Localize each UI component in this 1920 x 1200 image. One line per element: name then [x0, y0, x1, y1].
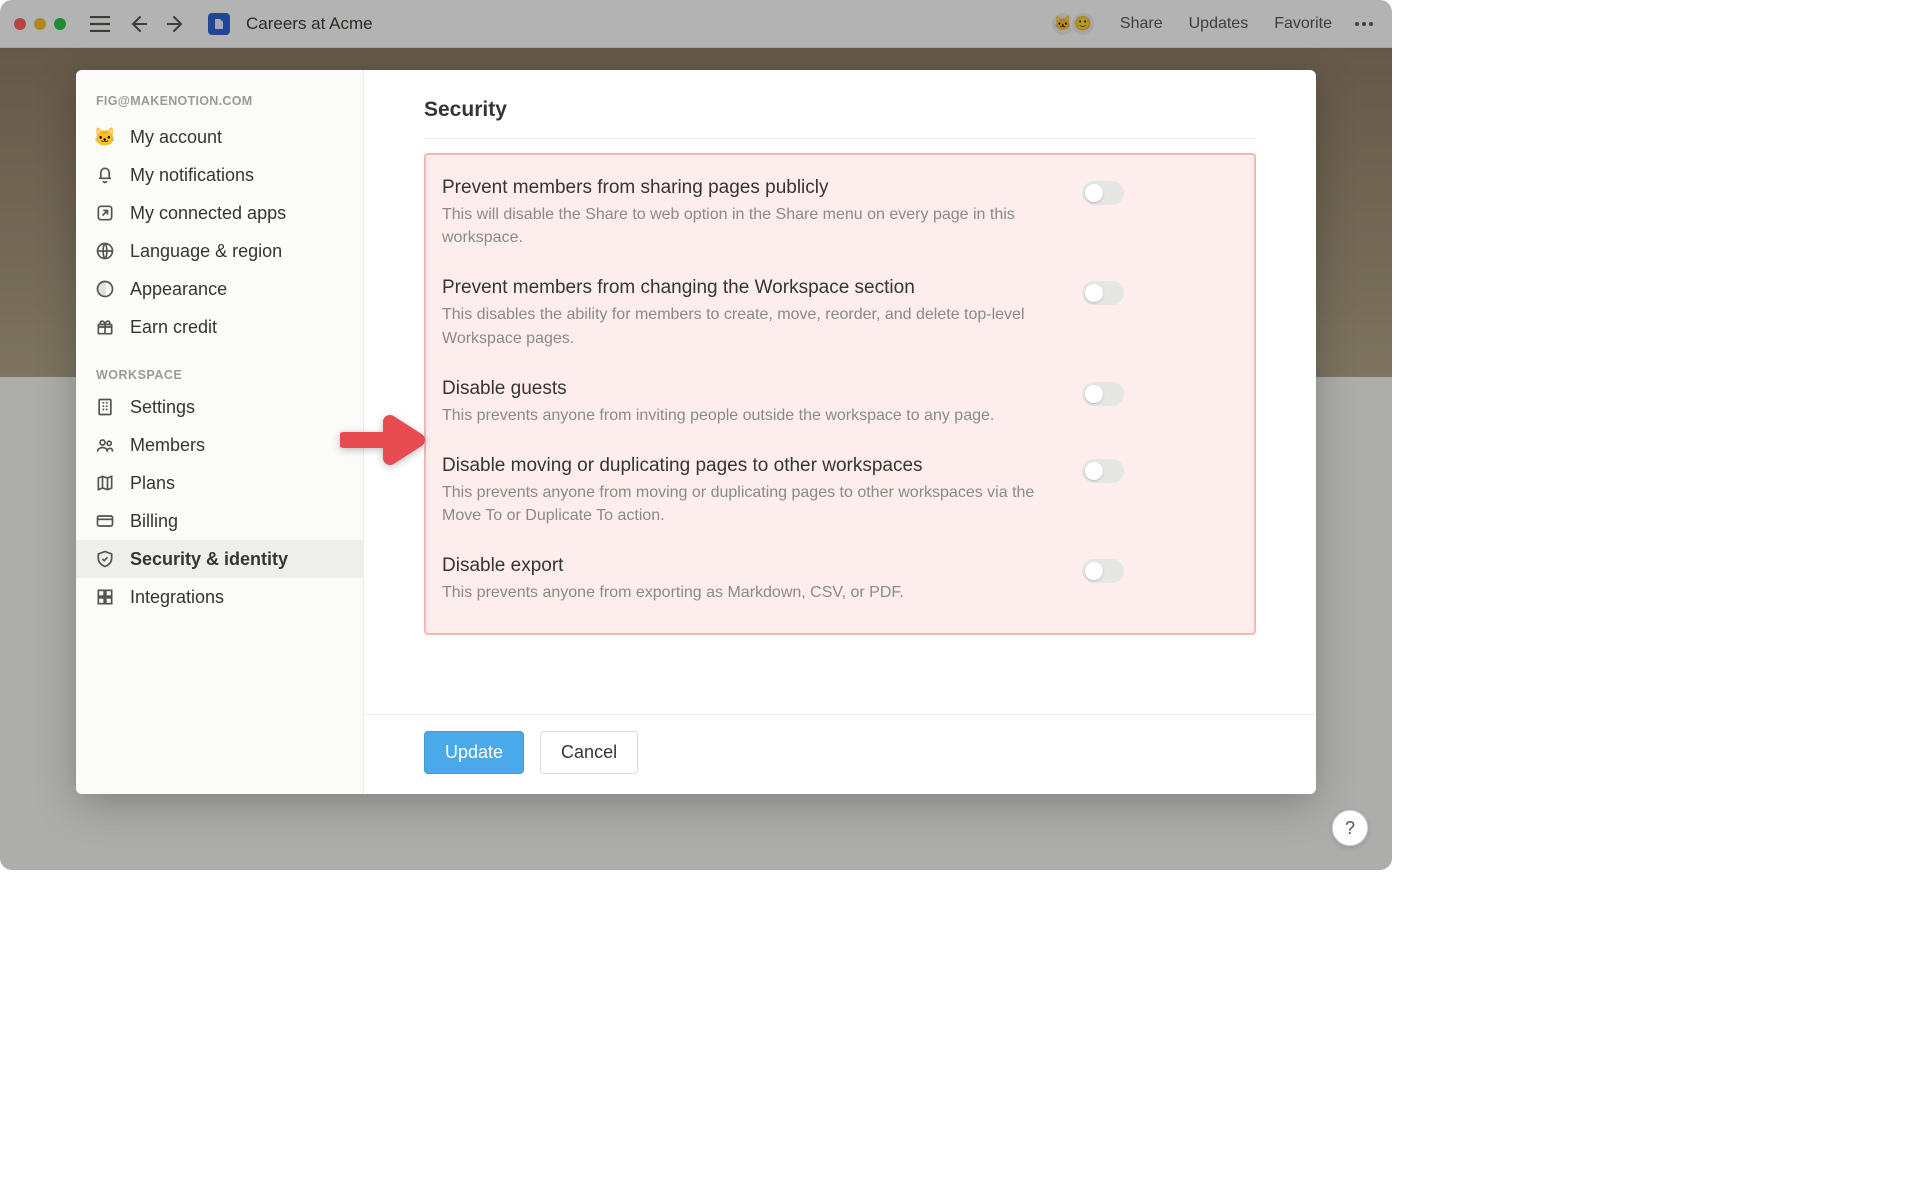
sidebar-item-label: Members [130, 435, 205, 456]
user-icon: 🐱 [94, 126, 116, 148]
sidebar-item-billing[interactable]: Billing [76, 502, 363, 540]
map-icon [94, 472, 116, 494]
sidebar-item-my-account[interactable]: 🐱 My account [76, 118, 363, 156]
sidebar-item-settings[interactable]: Settings [76, 388, 363, 426]
building-icon [94, 396, 116, 418]
globe-icon [94, 240, 116, 262]
grid-icon [94, 586, 116, 608]
sidebar-item-members[interactable]: Members [76, 426, 363, 464]
toggle-prevent-workspace-change[interactable] [1082, 281, 1124, 305]
sidebar-item-label: My notifications [130, 165, 254, 186]
setting-disable-export: Disable export This prevents anyone from… [436, 541, 1244, 618]
gift-icon [94, 316, 116, 338]
help-icon: ? [1345, 818, 1355, 839]
help-button[interactable]: ? [1332, 810, 1368, 846]
sidebar-item-appearance[interactable]: Appearance [76, 270, 363, 308]
settings-modal: FIG@MAKENOTION.COM 🐱 My account My notif… [76, 70, 1316, 794]
sidebar-item-label: Settings [130, 397, 195, 418]
setting-desc: This disables the ability for members to… [442, 303, 1062, 349]
setting-desc: This prevents anyone from inviting peopl… [442, 404, 1062, 427]
sidebar-item-label: Security & identity [130, 549, 288, 570]
sidebar-heading-workspace: WORKSPACE [76, 346, 363, 388]
setting-title: Disable moving or duplicating pages to o… [442, 455, 1062, 477]
sidebar-item-connected-apps[interactable]: My connected apps [76, 194, 363, 232]
setting-title: Prevent members from changing the Worksp… [442, 277, 1062, 299]
sidebar-item-label: Earn credit [130, 317, 217, 338]
toggle-disable-move-duplicate[interactable] [1082, 459, 1124, 483]
setting-title: Prevent members from sharing pages publi… [442, 177, 1062, 199]
sidebar-item-my-notifications[interactable]: My notifications [76, 156, 363, 194]
credit-card-icon [94, 510, 116, 532]
toggle-disable-export[interactable] [1082, 559, 1124, 583]
sidebar-item-label: My account [130, 127, 222, 148]
members-icon [94, 434, 116, 456]
setting-desc: This prevents anyone from exporting as M… [442, 581, 1062, 604]
bell-icon [94, 164, 116, 186]
setting-desc: This will disable the Share to web optio… [442, 203, 1062, 249]
sidebar-item-label: Integrations [130, 587, 224, 608]
app-window: Careers at Acme 🐱 🙂 Share Updates Favori… [0, 0, 1392, 870]
settings-sidebar: FIG@MAKENOTION.COM 🐱 My account My notif… [76, 70, 364, 794]
sidebar-item-language-region[interactable]: Language & region [76, 232, 363, 270]
sidebar-item-plans[interactable]: Plans [76, 464, 363, 502]
toggle-disable-guests[interactable] [1082, 382, 1124, 406]
sidebar-item-label: Language & region [130, 241, 282, 262]
setting-prevent-workspace-change: Prevent members from changing the Worksp… [436, 263, 1244, 363]
shield-icon [94, 548, 116, 570]
cancel-button[interactable]: Cancel [540, 731, 638, 774]
setting-prevent-public-share: Prevent members from sharing pages publi… [436, 163, 1244, 263]
sidebar-item-label: Plans [130, 473, 175, 494]
highlight-box: Prevent members from sharing pages publi… [424, 153, 1256, 635]
section-title: Security [424, 98, 1256, 139]
sidebar-item-security[interactable]: Security & identity [76, 540, 363, 578]
sidebar-item-label: Billing [130, 511, 178, 532]
setting-disable-move-duplicate: Disable moving or duplicating pages to o… [436, 441, 1244, 541]
sidebar-item-label: My connected apps [130, 203, 286, 224]
setting-desc: This prevents anyone from moving or dupl… [442, 481, 1062, 527]
sidebar-item-earn-credit[interactable]: Earn credit [76, 308, 363, 346]
toggle-prevent-public-share[interactable] [1082, 181, 1124, 205]
callout-arrow-icon [340, 412, 426, 468]
sidebar-account-email: FIG@MAKENOTION.COM [76, 88, 363, 118]
external-link-icon [94, 202, 116, 224]
setting-title: Disable export [442, 555, 1062, 577]
moon-icon [94, 278, 116, 300]
settings-content: Security Prevent members from sharing pa… [364, 70, 1316, 794]
sidebar-item-integrations[interactable]: Integrations [76, 578, 363, 616]
update-button[interactable]: Update [424, 731, 524, 774]
sidebar-item-label: Appearance [130, 279, 227, 300]
settings-footer: Update Cancel [364, 714, 1316, 794]
setting-title: Disable guests [442, 378, 1062, 400]
settings-scroll: Security Prevent members from sharing pa… [364, 70, 1316, 714]
setting-disable-guests: Disable guests This prevents anyone from… [436, 364, 1244, 441]
